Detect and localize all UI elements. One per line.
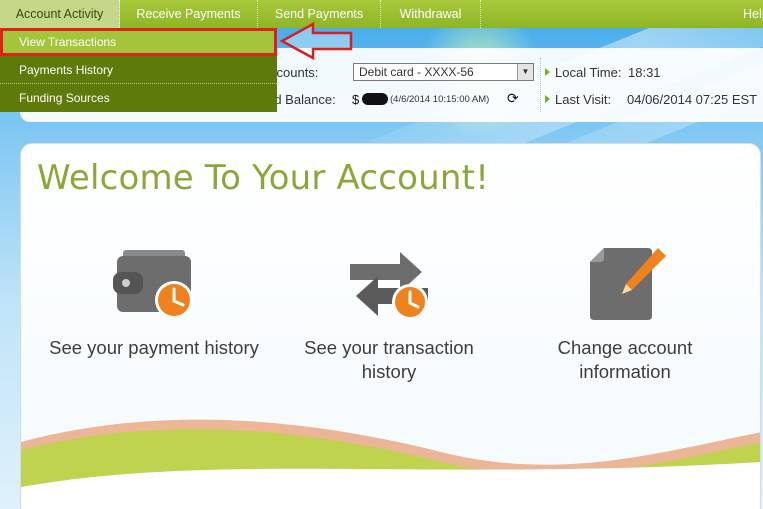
red-arrow-annotation-icon: [280, 22, 353, 60]
refresh-icon[interactable]: ⟳: [507, 90, 519, 107]
menu-item-payments-history[interactable]: Payments History: [0, 56, 277, 84]
accounts-select[interactable]: Debit card - XXXX-56 ▼: [353, 63, 534, 81]
transfer-arrows-clock-icon: [350, 252, 428, 320]
last-visit-value: 04/06/2014 07:25 EST: [627, 92, 758, 107]
last-visit-label: Last Visit:: [555, 92, 612, 107]
menu-item-funding-sources[interactable]: Funding Sources: [0, 84, 277, 112]
accounts-label: ccounts:: [270, 65, 319, 80]
wallet-clock-icon: [113, 250, 193, 319]
document-edit-icon: [590, 248, 666, 320]
tab-account-activity[interactable]: Account Activity: [0, 0, 120, 28]
account-information-caption: Change account information: [557, 337, 693, 382]
tab-help[interactable]: Help: [737, 0, 763, 28]
local-time-value: 18:31: [628, 65, 661, 80]
welcome-panel: Welcome To Your Account! See your paymen…: [20, 143, 761, 509]
balance-currency: $: [352, 92, 360, 107]
payment-history-caption: See your payment history: [49, 337, 259, 358]
bullet-icon: [545, 68, 550, 76]
card-balance-label: rd Balance:: [270, 92, 336, 107]
top-navigation: Account Activity Receive Payments Send P…: [0, 0, 763, 28]
chevron-down-icon[interactable]: ▼: [517, 64, 533, 80]
payment-history-link[interactable]: See your payment history: [49, 244, 259, 360]
tab-withdrawal[interactable]: Withdrawal: [381, 0, 481, 28]
redacted-balance: [362, 93, 388, 105]
bullet-icon: [545, 95, 550, 103]
menu-item-view-transactions[interactable]: View Transactions: [0, 28, 277, 56]
local-time-label: Local Time:: [555, 65, 622, 80]
tab-receive-payments[interactable]: Receive Payments: [120, 0, 258, 28]
account-activity-dropdown: View Transactions Payments History Fundi…: [0, 28, 277, 112]
decorative-wave: [21, 419, 760, 509]
accounts-select-value: Debit card - XXXX-56: [359, 65, 474, 79]
divider: [540, 58, 541, 112]
balance-timestamp: (4/6/2014 10:15:00 AM): [390, 94, 490, 105]
transaction-history-link[interactable]: See your transaction history: [284, 244, 494, 384]
account-information-link[interactable]: Change account information: [520, 244, 730, 384]
page-title: Welcome To Your Account!: [37, 158, 490, 198]
transaction-history-caption: See your transaction history: [304, 337, 474, 382]
